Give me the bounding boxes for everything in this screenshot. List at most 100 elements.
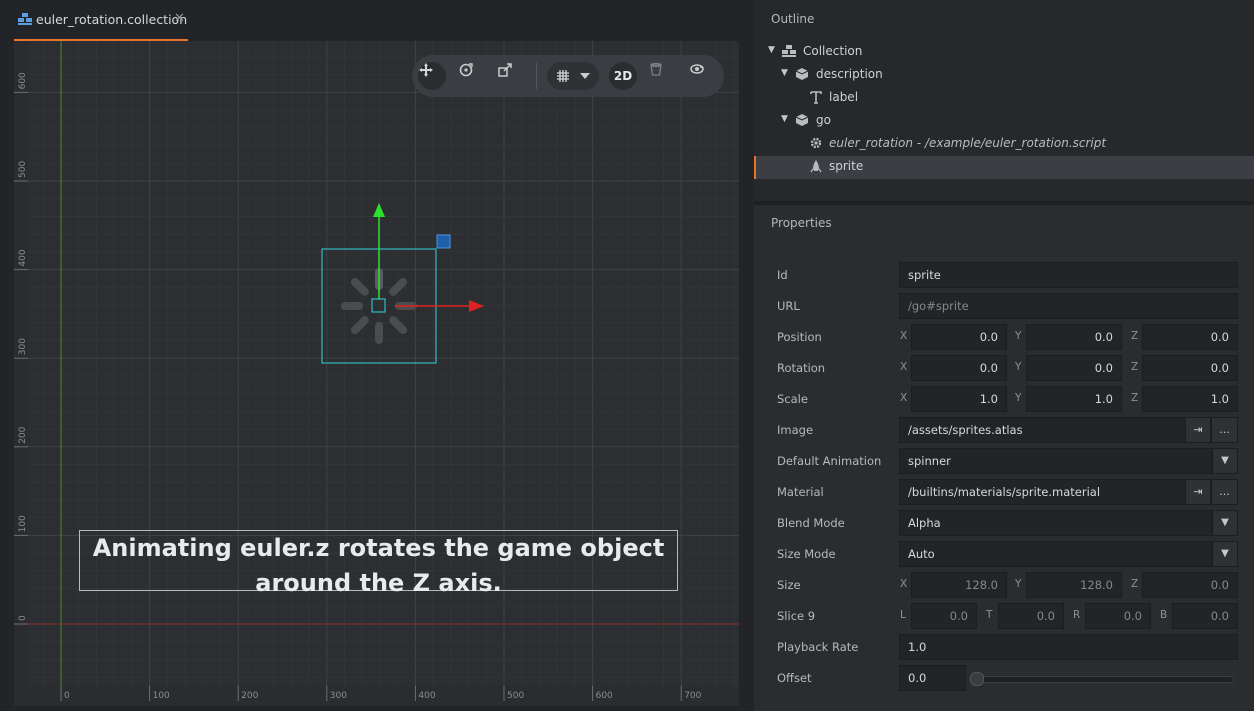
rotate-icon <box>459 63 473 77</box>
move-y-arrow[interactable] <box>373 203 385 217</box>
vertical-ruler <box>14 41 28 706</box>
slice9-bottom-field[interactable]: 0.0 <box>1172 603 1238 629</box>
slice9-left-field[interactable]: 0.0 <box>911 603 977 629</box>
property-position: Position X 0.0 Y 0.0 Z 0.0 <box>754 323 1254 351</box>
position-z-field[interactable]: 0.0 <box>1142 324 1238 350</box>
grid-icon <box>557 70 569 82</box>
axis-x-label: X <box>900 330 908 342</box>
axis-z-label: Z <box>1131 392 1139 404</box>
sprite-spinner[interactable] <box>321 203 484 364</box>
2d-mode-toggle[interactable]: 2D <box>609 62 637 90</box>
x-ruler-label: 200 <box>241 691 258 701</box>
properties-panel: Properties Id sprite URL /go#sprite Posi… <box>754 205 1254 711</box>
property-size-mode: Size Mode Auto ▼ <box>754 540 1254 568</box>
chevron-down-icon <box>580 73 590 79</box>
sprite-icon <box>810 160 822 173</box>
rotation-y-field[interactable]: 0.0 <box>1026 355 1122 381</box>
rotation-x-field[interactable]: 0.0 <box>911 355 1007 381</box>
property-id: Id sprite <box>754 261 1254 289</box>
property-slice9: Slice 9 L 0.0 T 0.0 R 0.0 B 0.0 <box>754 602 1254 630</box>
camera-reset-button[interactable] <box>689 62 717 90</box>
outline-item-label-node[interactable]: label <box>754 87 1254 110</box>
position-x-field[interactable]: 0.0 <box>911 324 1007 350</box>
property-label: Slice 9 <box>777 609 816 623</box>
scale-icon <box>498 63 512 77</box>
visibility-filter-button[interactable] <box>649 62 677 90</box>
browse-button[interactable]: ... <box>1211 479 1238 505</box>
scale-handle[interactable] <box>436 234 451 249</box>
chevron-down-icon[interactable]: ▼ <box>1212 510 1238 536</box>
slice9-right-field[interactable]: 0.0 <box>1085 603 1151 629</box>
description-label: Animating euler.z rotates the game objec… <box>79 530 678 597</box>
toolbar-separator <box>536 63 537 89</box>
move-x-arrow[interactable] <box>469 300 484 312</box>
scene-toolbar: 2D <box>412 55 724 97</box>
offset-field[interactable]: 0.0 <box>899 665 966 691</box>
grid-settings-button[interactable] <box>547 62 599 90</box>
expand-arrow-icon[interactable]: ▼ <box>781 68 788 78</box>
outline-item-script[interactable]: euler_rotation - /example/euler_rotation… <box>754 133 1254 156</box>
property-label: URL <box>777 299 800 313</box>
spinner-segment <box>341 302 363 310</box>
goto-resource-button[interactable]: ⇥ <box>1185 417 1211 443</box>
playback-rate-field[interactable]: 1.0 <box>899 634 1238 660</box>
collection-icon <box>18 13 32 25</box>
blend-mode-select[interactable]: Alpha <box>899 510 1212 536</box>
scale-tool-button[interactable] <box>497 62 525 90</box>
outline-item-description[interactable]: ▼ description <box>754 64 1254 87</box>
outline-item-label: go <box>816 113 831 127</box>
scale-z-field[interactable]: 1.0 <box>1142 386 1238 412</box>
property-playback-rate: Playback Rate 1.0 <box>754 633 1254 661</box>
rotation-z-field[interactable]: 0.0 <box>1142 355 1238 381</box>
property-label: Image <box>777 423 814 437</box>
offset-slider-track[interactable] <box>974 676 1234 683</box>
property-url: URL /go#sprite <box>754 292 1254 320</box>
tab-euler-rotation-collection[interactable]: euler_rotation.collection ✕ <box>14 0 188 41</box>
property-label: Position <box>777 330 822 344</box>
property-label: Blend Mode <box>777 516 845 530</box>
property-scale: Scale X 1.0 Y 1.0 Z 1.0 <box>754 385 1254 413</box>
property-label: Playback Rate <box>777 640 859 654</box>
size-y-field[interactable]: 128.0 <box>1026 572 1122 598</box>
scene-viewport[interactable]: 0 100 200 300 400 500 600 700 600 500 400 300 200 100… <box>14 41 739 706</box>
id-field[interactable]: sprite <box>899 262 1238 288</box>
property-label: Id <box>777 268 788 282</box>
expand-arrow-icon[interactable]: ▼ <box>781 114 788 124</box>
outline-item-sprite[interactable]: sprite <box>754 156 1254 179</box>
scale-y-field[interactable]: 1.0 <box>1026 386 1122 412</box>
image-field[interactable]: /assets/sprites.atlas <box>899 417 1186 443</box>
scene-canvas[interactable]: 0 100 200 300 400 500 600 700 600 500 400 300 200 100… <box>14 41 739 706</box>
size-x-field[interactable]: 128.0 <box>911 572 1007 598</box>
x-ruler-label: 600 <box>596 691 613 701</box>
scale-x-field[interactable]: 1.0 <box>911 386 1007 412</box>
url-field[interactable]: /go#sprite <box>899 293 1238 319</box>
property-label: Size <box>777 578 801 592</box>
caption-line-1: Animating euler.z rotates the game objec… <box>92 534 665 562</box>
size-mode-select[interactable]: Auto <box>899 541 1212 567</box>
rotate-tool-button[interactable] <box>458 62 486 90</box>
close-icon[interactable]: ✕ <box>174 11 185 26</box>
browse-button[interactable]: ... <box>1211 417 1238 443</box>
move-tool-button[interactable] <box>418 62 446 90</box>
expand-arrow-icon[interactable]: ▼ <box>768 45 775 55</box>
offset-slider-knob[interactable] <box>970 672 984 686</box>
size-z-field[interactable]: 0.0 <box>1142 572 1238 598</box>
script-gear-icon <box>810 137 822 149</box>
chevron-down-icon[interactable]: ▼ <box>1212 541 1238 567</box>
caption-line-2: around the Z axis. <box>255 569 502 597</box>
slice9-top-field[interactable]: 0.0 <box>998 603 1064 629</box>
camera-rotate-icon <box>690 64 704 74</box>
position-y-field[interactable]: 0.0 <box>1026 324 1122 350</box>
default-animation-select[interactable]: spinner <box>899 448 1212 474</box>
material-field[interactable]: /builtins/materials/sprite.material <box>899 479 1186 505</box>
y-ruler-label: 300 <box>18 338 28 355</box>
property-label: Material <box>777 485 824 499</box>
axis-z-label: Z <box>1131 361 1139 373</box>
goto-resource-button[interactable]: ⇥ <box>1185 479 1211 505</box>
tab-title: euler_rotation.collection <box>36 12 188 27</box>
chevron-down-icon[interactable]: ▼ <box>1212 448 1238 474</box>
axis-z-label: Z <box>1131 578 1139 590</box>
axis-y-label: Y <box>1015 392 1022 404</box>
outline-item-collection[interactable]: ▼ Collection <box>754 41 1254 64</box>
outline-item-go[interactable]: ▼ go <box>754 110 1254 133</box>
